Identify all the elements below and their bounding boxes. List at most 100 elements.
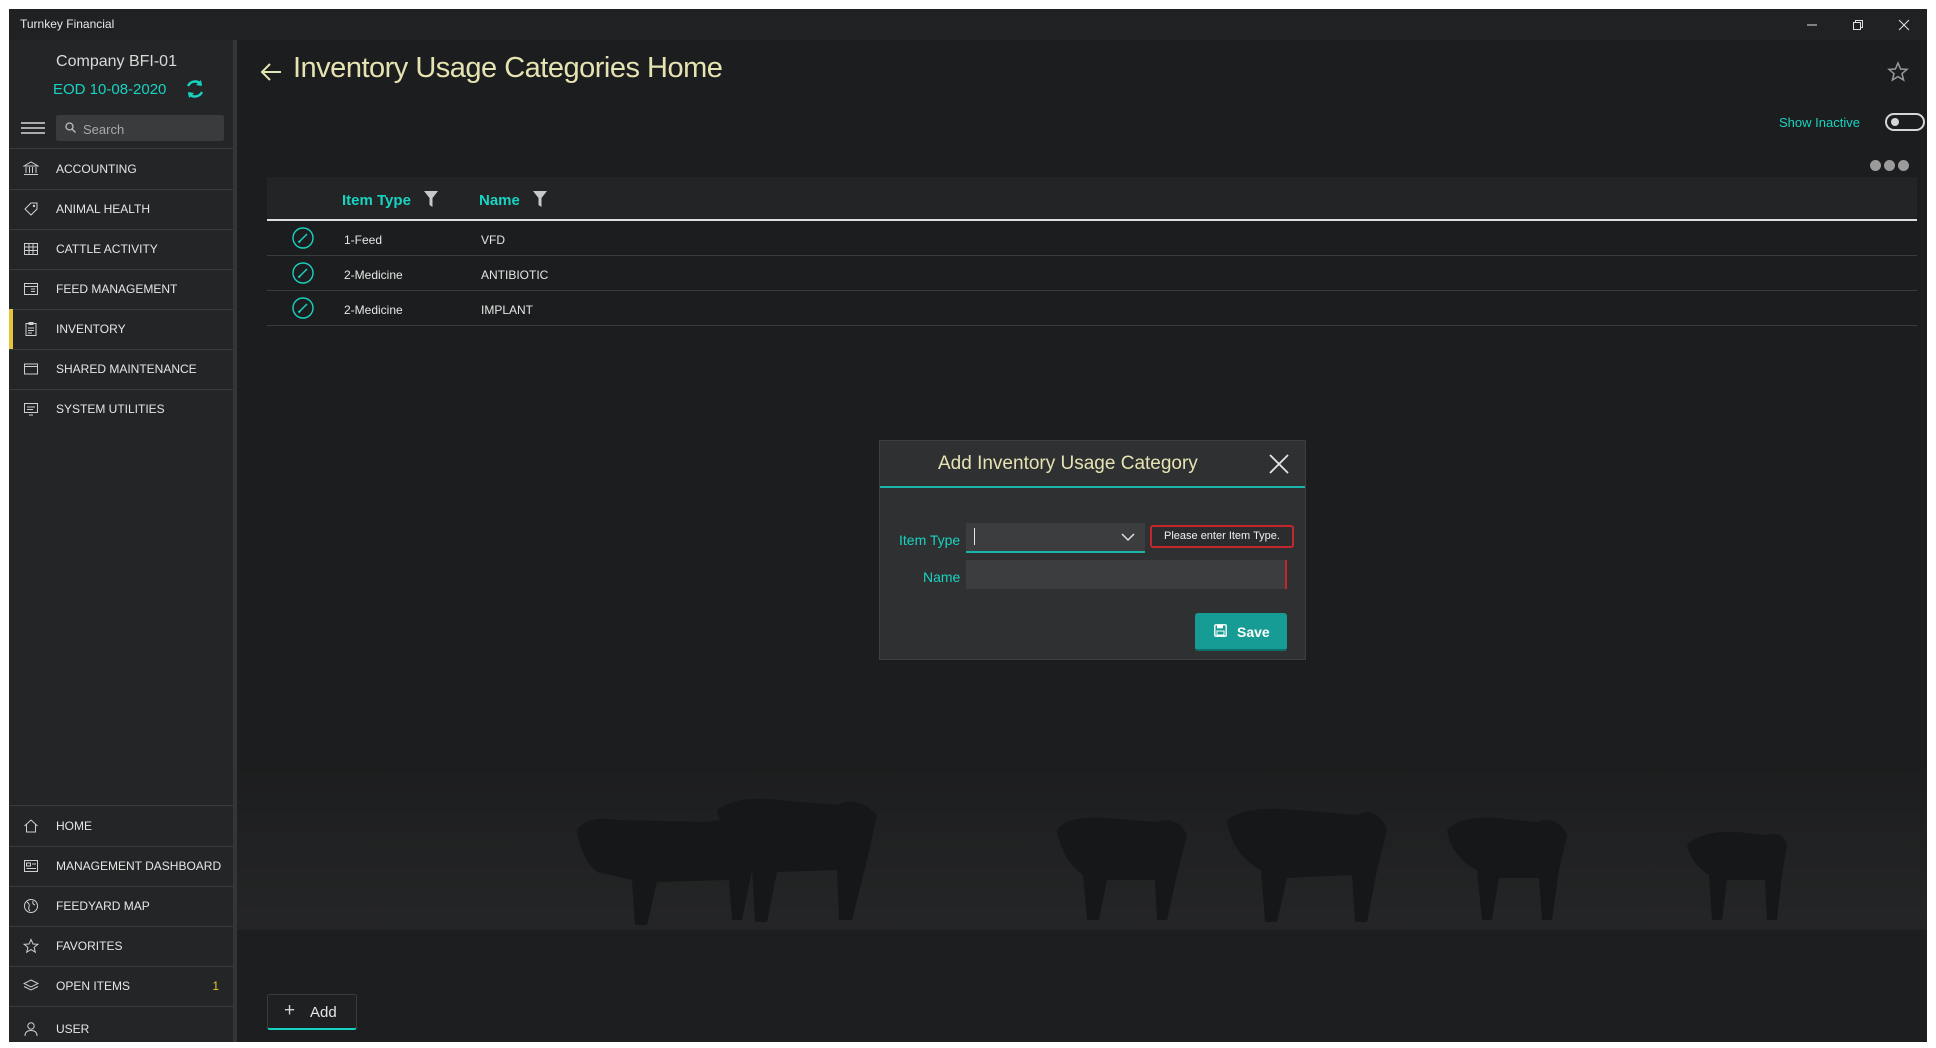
column-header-label: Name	[479, 192, 520, 209]
page-title: Inventory Usage Categories Home	[293, 52, 723, 84]
hamburger-menu-icon[interactable]	[21, 120, 45, 138]
sidebar-item-home[interactable]: HOME	[9, 806, 233, 846]
cell-name: IMPLANT	[481, 303, 534, 317]
categories-grid: Item Type Name 1-Feed VFD 2-Medicine ANT…	[267, 177, 1917, 326]
search-input[interactable]	[81, 118, 220, 140]
column-header-item-type[interactable]: Item Type	[342, 191, 438, 209]
text-caret	[974, 528, 975, 545]
plus-icon: +	[284, 1000, 296, 1021]
sidebar-item-animal-health[interactable]: ANIMAL HEALTH	[9, 189, 233, 229]
sidebar-item-label: CATTLE ACTIVITY	[56, 242, 158, 256]
home-icon	[24, 819, 38, 833]
save-button[interactable]: Save	[1195, 613, 1287, 651]
restore-button[interactable]	[1835, 9, 1881, 40]
item-type-label: Item Type	[899, 532, 961, 548]
window-title: Turnkey Financial	[20, 17, 115, 31]
dot-icon	[1898, 160, 1909, 171]
tray-icon	[24, 283, 38, 295]
sidebar-item-management-dashboard[interactable]: MANAGEMENT DASHBOARD	[9, 846, 233, 886]
sidebar-item-label: FEEDYARD MAP	[56, 899, 150, 913]
add-button-label: Add	[310, 1004, 337, 1021]
table-row[interactable]: 1-Feed VFD	[267, 221, 1917, 256]
column-header-name[interactable]: Name	[479, 191, 547, 209]
sidebar-item-label: ANIMAL HEALTH	[56, 202, 151, 216]
dot-icon	[1884, 160, 1895, 171]
show-inactive-label: Show Inactive	[1779, 115, 1860, 130]
sidebar-item-open-items[interactable]: OPEN ITEMS 1	[9, 966, 233, 1006]
sidebar-item-label: INVENTORY	[56, 322, 126, 336]
item-type-validation-message: Please enter Item Type.	[1150, 525, 1294, 548]
back-arrow-icon[interactable]	[260, 62, 282, 82]
add-button[interactable]: + Add	[267, 994, 357, 1030]
dot-icon	[1870, 160, 1881, 171]
cell-item-type: 2-Medicine	[344, 268, 403, 282]
chevron-down-icon	[1121, 533, 1135, 542]
close-icon	[1898, 19, 1910, 30]
add-category-dialog: Add Inventory Usage Category Item Type P…	[880, 441, 1305, 659]
table-row[interactable]: 2-Medicine ANTIBIOTIC	[267, 256, 1917, 291]
sidebar-item-label: MANAGEMENT DASHBOARD	[56, 859, 222, 873]
star-icon	[23, 938, 39, 954]
search-icon	[65, 122, 76, 133]
dialog-close-icon[interactable]	[1267, 452, 1291, 476]
sidebar-item-label: OPEN ITEMS	[56, 979, 131, 993]
globe-icon	[24, 899, 38, 913]
grid-icon	[24, 243, 38, 255]
cell-item-type: 1-Feed	[344, 233, 383, 247]
name-field[interactable]	[966, 560, 1287, 589]
user-icon	[24, 1022, 38, 1037]
restore-icon	[1853, 19, 1863, 30]
cell-item-type: 2-Medicine	[344, 303, 403, 317]
sidebar-item-inventory[interactable]: INVENTORY	[9, 309, 233, 349]
toggle-knob	[1891, 118, 1899, 126]
company-name: Company BFI-01	[56, 53, 177, 70]
sidebar-item-label: SHARED MAINTENANCE	[56, 362, 197, 376]
app-window: Turnkey Financial Company BFI-01 EOD 10-…	[9, 9, 1927, 1042]
minimize-icon	[1807, 24, 1817, 25]
dialog-header: Add Inventory Usage Category	[880, 441, 1305, 488]
table-row[interactable]: 2-Medicine IMPLANT	[267, 291, 1917, 326]
show-inactive-toggle[interactable]	[1885, 113, 1925, 131]
edit-icon[interactable]	[292, 262, 314, 284]
close-window-button[interactable]	[1881, 9, 1927, 40]
open-items-count-badge: 1	[212, 979, 219, 993]
sidebar-item-label: ACCOUNTING	[56, 162, 137, 176]
monitor-icon	[24, 403, 38, 416]
sidebar-item-label: SYSTEM UTILITIES	[56, 402, 165, 416]
title-bar: Turnkey Financial	[9, 9, 1927, 40]
sidebar-item-feed-management[interactable]: FEED MANAGEMENT	[9, 269, 233, 309]
refresh-icon[interactable]	[184, 78, 206, 100]
filter-icon[interactable]	[533, 191, 547, 207]
sidebar-item-user[interactable]: USER	[9, 1009, 233, 1042]
dashboard-icon	[24, 860, 38, 872]
sidebar-item-feedyard-map[interactable]: FEEDYARD MAP	[9, 886, 233, 926]
sidebar-item-cattle-activity[interactable]: CATTLE ACTIVITY	[9, 229, 233, 269]
dialog-title: Add Inventory Usage Category	[938, 453, 1198, 474]
item-type-select[interactable]	[966, 523, 1145, 553]
sidebar-item-system-utilities[interactable]: SYSTEM UTILITIES	[9, 389, 233, 429]
sidebar-item-label: HOME	[56, 819, 92, 833]
sidebar-item-accounting[interactable]: ACCOUNTING	[9, 149, 233, 189]
sidebar-item-favorites[interactable]: FAVORITES	[9, 926, 233, 966]
floppy-disk-icon	[1214, 624, 1227, 637]
filter-icon[interactable]	[424, 191, 438, 207]
sidebar-item-label: USER	[56, 1022, 90, 1036]
minimize-button[interactable]	[1789, 9, 1835, 40]
cell-name: VFD	[481, 233, 505, 247]
sidebar: Company BFI-01 EOD 10-08-2020 ACCOUNTING	[9, 40, 237, 1042]
tag-icon	[24, 202, 38, 216]
sidebar-item-shared-maintenance[interactable]: SHARED MAINTENANCE	[9, 349, 233, 389]
eod-date: EOD 10-08-2020	[53, 81, 167, 98]
clipboard-icon	[25, 322, 37, 336]
edit-icon[interactable]	[292, 297, 314, 319]
window-icon	[24, 363, 38, 375]
grid-header: Item Type Name	[267, 177, 1917, 221]
favorite-star-icon[interactable]	[1887, 61, 1909, 83]
search-box[interactable]	[56, 115, 224, 141]
more-options-button[interactable]	[1870, 158, 1920, 172]
sidebar-item-label: FAVORITES	[56, 939, 123, 953]
save-button-label: Save	[1237, 624, 1270, 640]
bank-icon	[23, 161, 39, 175]
cell-name: ANTIBIOTIC	[481, 268, 549, 282]
edit-icon[interactable]	[292, 227, 314, 249]
